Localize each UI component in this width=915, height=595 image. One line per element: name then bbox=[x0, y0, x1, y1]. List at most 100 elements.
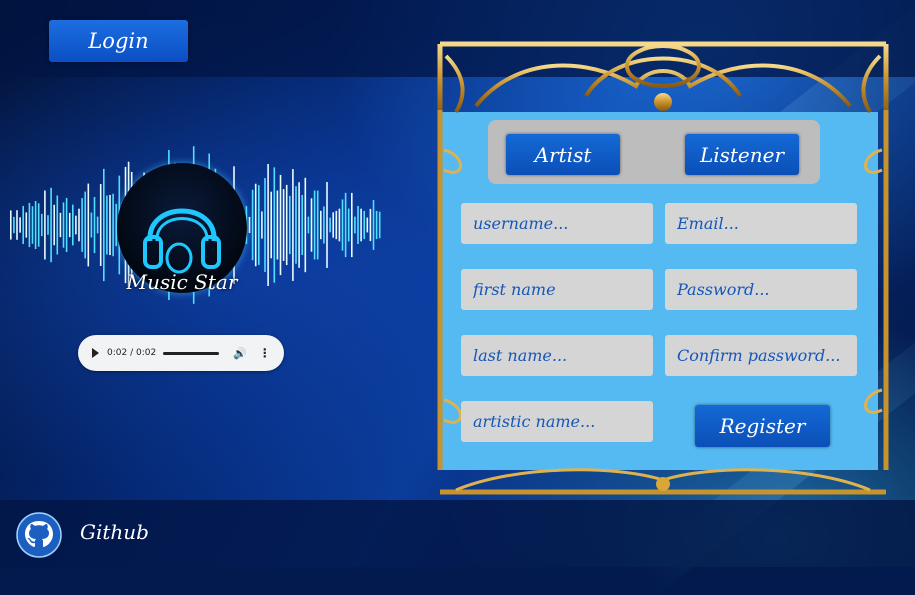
wave-bar bbox=[310, 198, 313, 252]
wave-bar bbox=[347, 208, 350, 242]
wave-bar bbox=[248, 217, 251, 233]
wave-bar bbox=[37, 203, 40, 247]
audio-player[interactable]: 0:02 / 0:02 🔊 ⋮ bbox=[78, 335, 284, 371]
wave-bar bbox=[363, 210, 365, 240]
wave-bar bbox=[254, 183, 257, 267]
wave-bar bbox=[99, 184, 102, 266]
wave-bar bbox=[81, 198, 83, 252]
wave-bar bbox=[273, 167, 276, 283]
github-icon[interactable] bbox=[16, 512, 62, 558]
wave-bar bbox=[289, 195, 291, 255]
wave-bar bbox=[59, 212, 62, 238]
player-time: 0:02 / 0:02 bbox=[107, 348, 157, 358]
wave-bar bbox=[109, 194, 111, 256]
wave-bar bbox=[106, 195, 108, 255]
wave-bar bbox=[56, 195, 59, 255]
wave-bar bbox=[251, 189, 254, 261]
ornamental-frame-bottom bbox=[440, 468, 886, 495]
wave-bar bbox=[292, 169, 294, 281]
wave-bar bbox=[329, 217, 331, 233]
wave-bar bbox=[341, 199, 344, 251]
wave-bar bbox=[360, 208, 362, 242]
wave-bar bbox=[62, 202, 65, 248]
github-link[interactable]: Github bbox=[80, 520, 149, 544]
wave-bar bbox=[96, 216, 99, 234]
wave-bar bbox=[47, 215, 49, 235]
wave-bar bbox=[366, 217, 369, 233]
wave-bar bbox=[282, 189, 285, 261]
wave-bar bbox=[351, 192, 353, 258]
wave-bar bbox=[276, 190, 279, 260]
email-field[interactable] bbox=[665, 203, 857, 244]
wave-bar bbox=[313, 190, 316, 260]
wave-bar bbox=[16, 210, 18, 240]
volume-icon[interactable]: 🔊 bbox=[233, 347, 247, 360]
wave-bar bbox=[344, 192, 347, 258]
wave-bar bbox=[13, 216, 15, 234]
wave-bar bbox=[22, 205, 24, 245]
wave-bar bbox=[34, 200, 37, 250]
wave-bar bbox=[357, 205, 359, 245]
wave-bar bbox=[112, 193, 114, 257]
wave-bar bbox=[304, 177, 307, 273]
wave-bar bbox=[335, 210, 338, 240]
artist-role-button[interactable]: Artist bbox=[506, 134, 620, 175]
wave-bar bbox=[28, 202, 31, 248]
wave-bar bbox=[264, 178, 266, 272]
wave-bar bbox=[10, 210, 12, 240]
wave-bar bbox=[270, 191, 272, 259]
register-button[interactable]: Register bbox=[695, 405, 830, 447]
wave-bar bbox=[19, 217, 21, 233]
wave-bar bbox=[65, 197, 68, 253]
artistic-name-field[interactable] bbox=[461, 401, 653, 442]
wave-bar bbox=[53, 204, 55, 246]
wave-bar bbox=[261, 211, 263, 239]
wave-bar bbox=[72, 204, 74, 246]
wave-bar bbox=[103, 168, 105, 282]
wave-bar bbox=[326, 182, 328, 268]
wave-bar bbox=[307, 216, 310, 234]
first-name-field[interactable] bbox=[461, 269, 653, 310]
wave-bar bbox=[320, 210, 322, 240]
ornamental-frame-top bbox=[437, 41, 889, 116]
wave-bar bbox=[295, 186, 297, 264]
wave-bar bbox=[375, 210, 378, 240]
username-field[interactable] bbox=[461, 203, 653, 244]
wave-bar bbox=[68, 212, 71, 238]
wave-bar bbox=[338, 208, 341, 242]
listener-role-button[interactable]: Listener bbox=[685, 134, 799, 175]
wave-bar bbox=[90, 212, 93, 238]
confirm-password-field[interactable] bbox=[665, 335, 857, 376]
wave-bar bbox=[316, 190, 319, 260]
wave-bar bbox=[267, 164, 269, 286]
progress-slider[interactable] bbox=[163, 351, 219, 355]
wave-bar bbox=[301, 194, 303, 256]
wave-bar bbox=[93, 196, 96, 254]
more-options-icon[interactable]: ⋮ bbox=[259, 346, 271, 360]
last-name-field[interactable] bbox=[461, 335, 653, 376]
play-icon[interactable] bbox=[92, 348, 99, 358]
wave-bar bbox=[31, 206, 34, 244]
app-title: Music Star bbox=[126, 270, 238, 294]
wave-bar bbox=[84, 191, 86, 259]
wave-bar bbox=[372, 200, 375, 250]
ornamental-frame-right bbox=[864, 110, 889, 470]
wave-bar bbox=[332, 212, 334, 238]
wave-bar bbox=[44, 190, 46, 260]
wave-bar bbox=[50, 187, 52, 263]
password-field[interactable] bbox=[665, 269, 857, 310]
wave-bar bbox=[258, 185, 260, 265]
login-button[interactable]: Login bbox=[49, 20, 188, 62]
wave-bar bbox=[41, 213, 43, 237]
wave-bar bbox=[369, 208, 372, 242]
wave-bar bbox=[298, 182, 300, 268]
wave-bar bbox=[354, 216, 356, 234]
wave-bar bbox=[75, 215, 77, 235]
wave-bar bbox=[25, 212, 28, 238]
wave-bar bbox=[285, 184, 288, 266]
wave-bar bbox=[378, 211, 381, 239]
wave-bar bbox=[279, 174, 282, 276]
wave-bar bbox=[323, 206, 325, 244]
wave-bar bbox=[87, 183, 90, 267]
wave-bar bbox=[78, 208, 80, 242]
